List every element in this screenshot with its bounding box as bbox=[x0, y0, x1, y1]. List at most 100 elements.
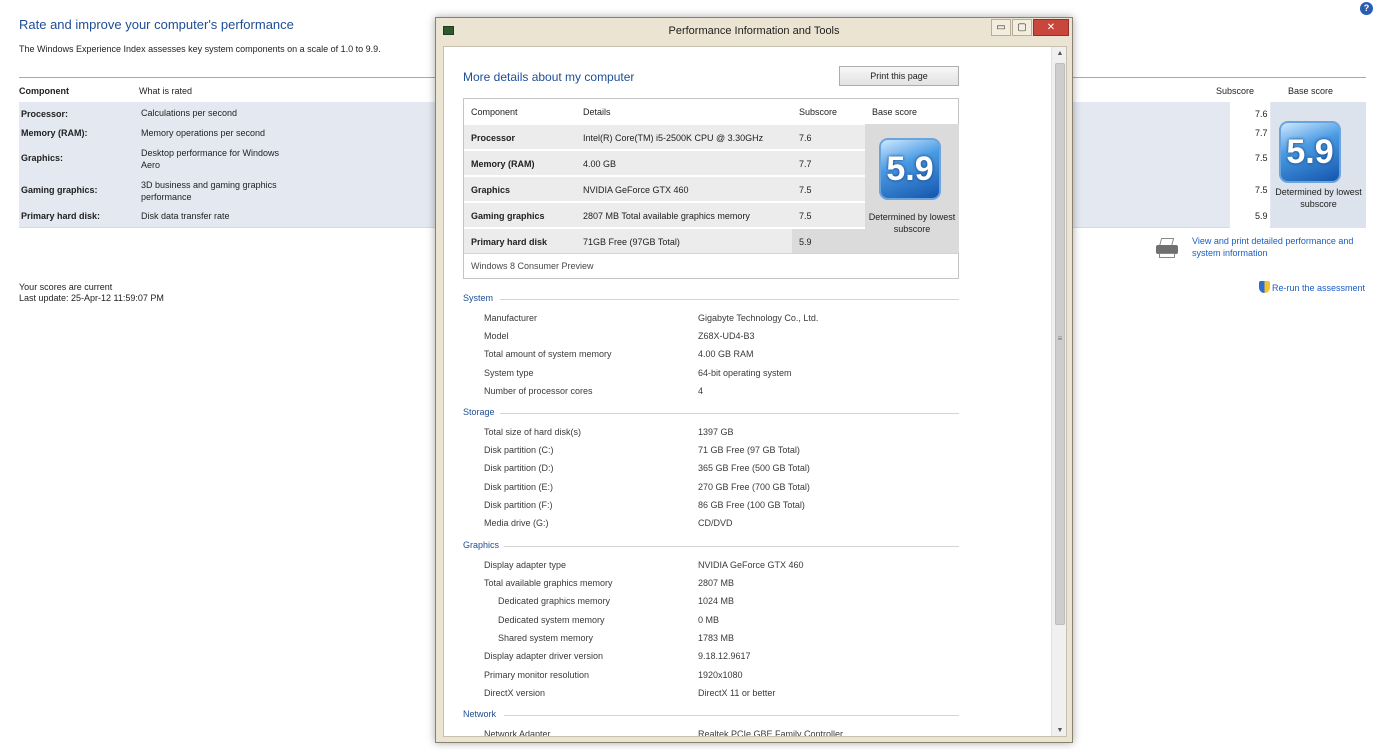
row-label-gaming-graphics: Gaming graphics: bbox=[21, 185, 98, 195]
column-header-base-score: Base score bbox=[1288, 86, 1334, 96]
section-divider bbox=[504, 546, 959, 547]
graphics-label: Dedicated system memory bbox=[498, 615, 605, 625]
column-header-component: Component bbox=[19, 86, 69, 96]
row-subscore-memory: 7.7 bbox=[1255, 128, 1268, 138]
graphics-value: 2807 MB bbox=[698, 578, 735, 588]
header-subscore: Subscore bbox=[799, 107, 838, 117]
section-divider bbox=[504, 715, 959, 716]
performance-info-window: Performance Information and Tools ▭ ▢ ✕ … bbox=[435, 17, 1073, 743]
details-score-table: Component Details Subscore Base score Pr… bbox=[463, 98, 959, 279]
graphics-label: DirectX version bbox=[484, 688, 546, 698]
row-details: 71GB Free (97GB Total) bbox=[583, 237, 680, 247]
row-label: Primary hard disk bbox=[471, 237, 548, 247]
graphics-value: 9.18.12.9617 bbox=[698, 651, 751, 661]
section-graphics-title: Graphics bbox=[463, 540, 500, 550]
row-subscore: 5.9 bbox=[799, 237, 812, 247]
graphics-label: Primary monitor resolution bbox=[484, 670, 590, 680]
system-value: 64-bit operating system bbox=[698, 368, 792, 378]
network-label: Network Adapter bbox=[484, 729, 551, 737]
row-desc-processor: Calculations per second bbox=[141, 108, 238, 118]
section-storage-title: Storage bbox=[463, 407, 495, 417]
base-score-cell: 5.9 Determined by lowest subscore bbox=[865, 124, 959, 253]
page-title: Rate and improve your computer's perform… bbox=[19, 17, 294, 32]
system-label: Number of processor cores bbox=[484, 386, 593, 396]
storage-value: 1397 GB bbox=[698, 427, 734, 437]
scroll-down-arrow-icon[interactable]: ▼ bbox=[1052, 724, 1066, 736]
window-content: More details about my computer Print thi… bbox=[443, 46, 1067, 737]
table-row: Primary hard disk 71GB Free (97GB Total)… bbox=[464, 228, 865, 253]
row-details: 2807 MB Total available graphics memory bbox=[583, 211, 750, 221]
column-header-what-rated: What is rated bbox=[139, 86, 193, 96]
section-system-title: System bbox=[463, 293, 494, 303]
graphics-value: 1920x1080 bbox=[698, 670, 743, 680]
rerun-assessment-link[interactable]: Re-run the assessment bbox=[1272, 282, 1365, 294]
row-desc-memory: Memory operations per second bbox=[141, 128, 266, 138]
view-print-details-link[interactable]: View and print detailed performance and … bbox=[1192, 235, 1368, 259]
graphics-label: Display adapter driver version bbox=[484, 651, 604, 661]
section-network-title: Network bbox=[463, 709, 497, 719]
graphics-label: Display adapter type bbox=[484, 560, 567, 570]
shield-icon bbox=[1259, 281, 1270, 293]
graphics-value: 0 MB bbox=[698, 615, 720, 625]
system-label: System type bbox=[484, 368, 534, 378]
row-desc-gaming-graphics: 3D business and gaming graphics performa… bbox=[141, 180, 277, 202]
header-details: Details bbox=[583, 107, 611, 117]
printer-icon[interactable] bbox=[1154, 237, 1180, 259]
row-details: NVIDIA GeForce GTX 460 bbox=[583, 185, 689, 195]
storage-label: Disk partition (C:) bbox=[484, 445, 554, 455]
graphics-value: 1024 MB bbox=[698, 596, 735, 606]
scroll-grip-icon: ≡ bbox=[1057, 334, 1063, 343]
row-label-graphics: Graphics: bbox=[21, 153, 64, 163]
row-subscore: 7.7 bbox=[799, 159, 812, 169]
column-header-subscore: Subscore bbox=[1216, 86, 1255, 96]
window-title: Performance Information and Tools bbox=[668, 25, 840, 37]
system-value: Gigabyte Technology Co., Ltd. bbox=[698, 313, 819, 323]
row-subscore: 7.5 bbox=[799, 211, 812, 221]
table-row: Gaming graphics 2807 MB Total available … bbox=[464, 202, 865, 227]
row-subscore: 7.6 bbox=[799, 133, 812, 143]
scroll-thumb[interactable]: ≡ bbox=[1055, 63, 1065, 625]
print-page-button[interactable]: Print this page bbox=[839, 66, 959, 86]
system-value: 4.00 GB RAM bbox=[698, 349, 754, 359]
row-subscore: 7.5 bbox=[799, 185, 812, 195]
vertical-scrollbar[interactable]: ▲ ≡ ▼ bbox=[1051, 47, 1066, 736]
system-value: 4 bbox=[698, 386, 704, 396]
storage-value: CD/DVD bbox=[698, 518, 733, 528]
score-status: Your scores are current Last update: 25-… bbox=[19, 282, 164, 304]
subscore-column bbox=[1230, 102, 1270, 228]
storage-label: Disk partition (D:) bbox=[484, 463, 554, 473]
network-value: Realtek PCIe GBE Family Controller bbox=[698, 729, 844, 737]
header-base-score: Base score bbox=[872, 107, 918, 117]
row-label-processor: Processor: bbox=[21, 109, 69, 119]
row-subscore-hard-disk: 5.9 bbox=[1255, 211, 1268, 221]
row-label-memory: Memory (RAM): bbox=[21, 128, 88, 138]
details-heading: More details about my computer bbox=[463, 70, 635, 84]
row-label: Graphics bbox=[471, 185, 511, 195]
header-component: Component bbox=[471, 107, 518, 117]
row-subscore-gaming-graphics: 7.5 bbox=[1255, 185, 1268, 195]
base-score-caption: Determined by lowest subscore bbox=[1275, 187, 1362, 209]
storage-label: Media drive (G:) bbox=[484, 518, 549, 528]
score-badge: 5.9 bbox=[1279, 121, 1341, 183]
system-value: Z68X-UD4-B3 bbox=[698, 331, 755, 341]
help-icon[interactable]: ? bbox=[1360, 2, 1373, 15]
minimize-button[interactable]: ▭ bbox=[991, 19, 1011, 36]
table-row: Graphics NVIDIA GeForce GTX 460 7.5 bbox=[464, 176, 865, 201]
row-details: Intel(R) Core(TM) i5-2500K CPU @ 3.30GHz bbox=[583, 133, 764, 143]
window-titlebar[interactable]: Performance Information and Tools ▭ ▢ ✕ bbox=[436, 18, 1072, 44]
storage-value: 270 GB Free (700 GB Total) bbox=[698, 482, 810, 492]
score-badge: 5.9 bbox=[879, 138, 941, 200]
row-label: Processor bbox=[471, 133, 516, 143]
maximize-button[interactable]: ▢ bbox=[1012, 19, 1032, 36]
scroll-up-arrow-icon[interactable]: ▲ bbox=[1052, 47, 1066, 61]
system-label: Model bbox=[484, 331, 509, 341]
system-label: Manufacturer bbox=[484, 313, 538, 323]
close-button[interactable]: ✕ bbox=[1033, 19, 1069, 36]
row-desc-graphics: Desktop performance for Windows Aero bbox=[141, 148, 280, 170]
row-details: 4.00 GB bbox=[583, 159, 617, 169]
page-subtitle: The Windows Experience Index assesses ke… bbox=[19, 44, 381, 54]
graphics-label: Shared system memory bbox=[498, 633, 594, 643]
row-desc-hard-disk: Disk data transfer rate bbox=[141, 211, 230, 221]
row-subscore-graphics: 7.5 bbox=[1255, 153, 1268, 163]
row-label: Memory (RAM) bbox=[471, 159, 535, 169]
